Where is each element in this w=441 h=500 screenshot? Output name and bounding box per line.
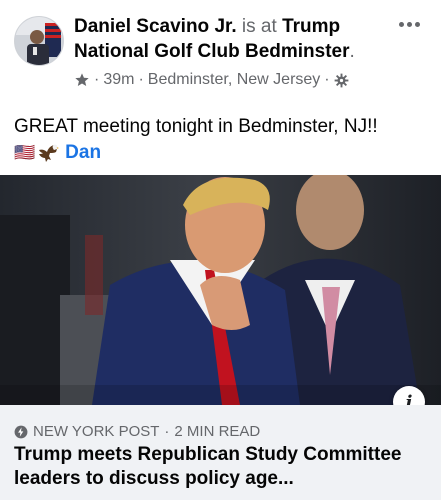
author-avatar[interactable] xyxy=(14,16,64,66)
author-line: Daniel Scavino Jr. is at Trump National … xyxy=(74,14,374,64)
post-meta: · 39m · Bedminster, New Jersey · xyxy=(74,71,349,89)
meta-separator: · xyxy=(94,71,100,88)
post-place[interactable]: Bedminster, New Jersey xyxy=(148,71,321,89)
more-options-icon xyxy=(398,21,404,27)
checkin-verb: is at xyxy=(241,16,277,37)
post-signature: 🇺🇸 Dan xyxy=(14,140,101,166)
signature-name[interactable]: Dan xyxy=(65,142,101,164)
link-read-time: 2 MIN READ xyxy=(174,423,261,440)
post-timestamp[interactable]: 39m xyxy=(103,71,134,89)
checkin-period: . xyxy=(349,41,355,62)
post-body-text: GREAT meeting tonight in Bedminster, NJ!… xyxy=(14,116,378,137)
more-options-icon xyxy=(406,21,412,27)
eagle-icon xyxy=(39,144,60,162)
author-name[interactable]: Daniel Scavino Jr. xyxy=(74,16,237,37)
meta-separator: · xyxy=(324,71,330,88)
post-header: Daniel Scavino Jr. is at Trump National … xyxy=(0,0,441,110)
link-preview-card[interactable]: NEW YORK POST · 2 MIN READ Trump meets R… xyxy=(0,405,441,500)
post-photo[interactable] xyxy=(0,175,441,405)
link-source-separator: · xyxy=(164,423,170,440)
more-options-icon xyxy=(414,21,420,27)
meta-separator: · xyxy=(138,71,144,88)
link-source-line: NEW YORK POST · 2 MIN READ xyxy=(14,423,260,440)
privacy-gear-icon[interactable] xyxy=(334,73,349,88)
favorite-star-icon xyxy=(75,73,89,86)
lightning-icon xyxy=(14,425,28,438)
us-flag-emoji: 🇺🇸 xyxy=(14,143,36,162)
link-source-name: NEW YORK POST xyxy=(33,423,160,440)
link-title[interactable]: Trump meets Republican Study Committee l… xyxy=(14,443,434,491)
more-options-button[interactable] xyxy=(395,14,423,34)
